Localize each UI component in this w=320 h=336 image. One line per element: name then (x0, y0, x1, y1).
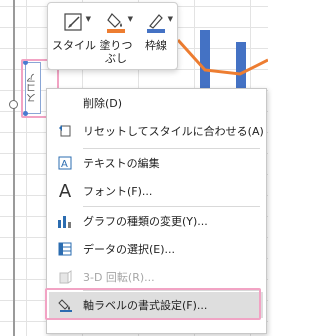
menu-item-label: フォント(F)... (83, 185, 153, 198)
style-label: スタイル (52, 39, 96, 52)
style-button[interactable]: ▼ スタイル (52, 9, 96, 67)
fill-label-line2: ぶし (105, 52, 127, 65)
menu-separator (83, 148, 260, 149)
fill-button[interactable]: ▼ 塗りつ ぶし (96, 9, 136, 67)
pen-outline-icon: ▼ (145, 11, 173, 33)
chart-resize-handle[interactable] (9, 100, 18, 109)
chart-style-icon: ▼ (63, 11, 91, 33)
menu-item-label: データの選択(E)... (83, 243, 176, 256)
mini-toolbar: ▼ スタイル ▼ 塗りつ ぶし ▼ 枠線 (47, 2, 178, 70)
chevron-down-icon: ▼ (167, 15, 173, 23)
menu-item-label: グラフの種類の変更(Y)... (83, 215, 208, 228)
chevron-down-icon: ▼ (127, 15, 133, 23)
paint-bucket-icon: ▼ (105, 11, 133, 33)
3d-rotation-icon (47, 270, 83, 284)
menu-separator (83, 206, 260, 207)
menu-item-delete[interactable]: 削除(D) (47, 90, 266, 116)
menu-item-reset-style[interactable]: リセットしてスタイルに合わせる(A) (47, 118, 266, 144)
format-axis-label-highlight (45, 288, 261, 320)
menu-item-select-data[interactable]: データの選択(E)... (47, 236, 266, 262)
menu-item-label: 3-D 回転(R)... (83, 271, 155, 284)
menu-item-label: テキストの編集 (83, 157, 160, 170)
select-data-icon (47, 242, 83, 256)
menu-item-change-chart-type[interactable]: グラフの種類の変更(Y)... (47, 208, 266, 234)
reset-style-icon (47, 124, 83, 138)
svg-text:A: A (61, 159, 68, 170)
chart-type-icon (47, 214, 83, 228)
outline-button[interactable]: ▼ 枠線 (136, 9, 176, 67)
menu-item-label: リセットしてスタイルに合わせる(A) (83, 125, 264, 138)
font-icon: A (58, 180, 72, 202)
menu-item-label: 削除(D) (83, 97, 123, 110)
fill-label-line1: 塗りつ (99, 39, 133, 52)
menu-item-font[interactable]: A フォント(F)... (47, 178, 266, 204)
outline-label: 枠線 (145, 39, 167, 52)
edit-text-icon: A (47, 156, 83, 170)
menu-item-3d-rotation: 3-D 回転(R)... (47, 264, 266, 290)
chevron-down-icon: ▼ (85, 15, 91, 23)
chart-area-border (13, 0, 15, 336)
menu-item-edit-text[interactable]: A テキストの編集 (47, 150, 266, 176)
